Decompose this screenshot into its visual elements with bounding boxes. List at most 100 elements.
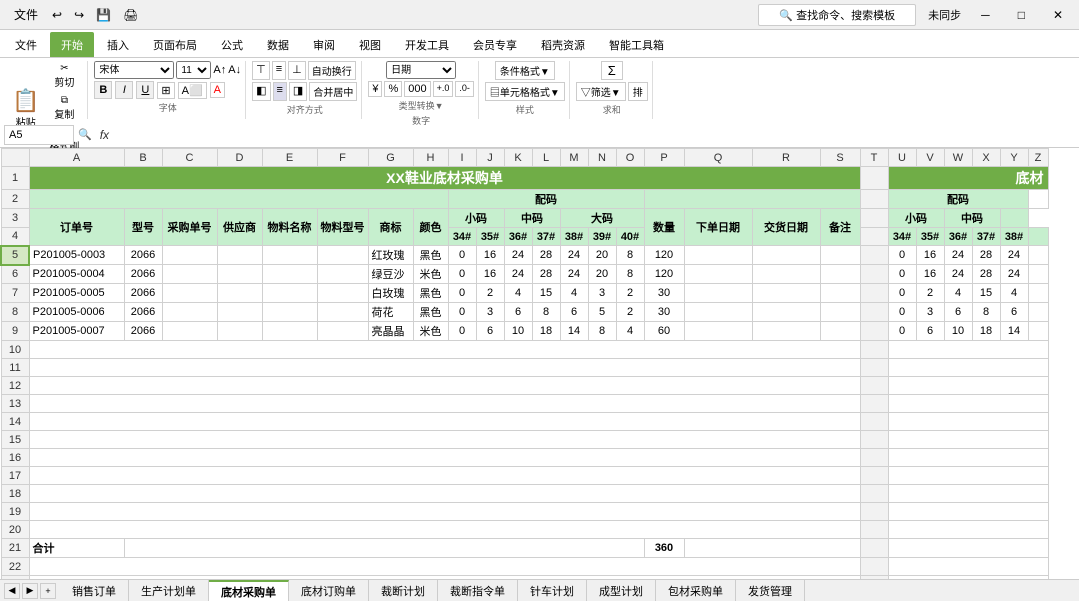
font-decrease-icon[interactable]: A↓ (228, 64, 241, 76)
row8-color[interactable]: 黑色 (413, 303, 448, 322)
row5-r36[interactable]: 24 (944, 246, 972, 265)
row5-color[interactable]: 黑色 (413, 246, 448, 265)
row9-s40[interactable]: 4 (616, 322, 644, 341)
row7-s38[interactable]: 4 (560, 284, 588, 303)
row7-r37[interactable]: 15 (972, 284, 1000, 303)
row9-brand[interactable]: 亮晶晶 (368, 322, 413, 341)
col-a-header[interactable]: A (29, 149, 124, 167)
tab-scroll-right[interactable]: ▶ (22, 583, 38, 599)
maximize-button[interactable]: □ (1010, 6, 1033, 24)
row8-orderdate[interactable] (684, 303, 752, 322)
row5-s34[interactable]: 0 (448, 246, 476, 265)
sheet-tab-sales[interactable]: 销售订单 (60, 580, 129, 601)
align-left-icon[interactable]: ◧ (252, 82, 270, 101)
undo-icon[interactable]: ↩ (48, 6, 66, 24)
row8-s36[interactable]: 6 (504, 303, 532, 322)
row7-orderdate[interactable] (684, 284, 752, 303)
tab-formula[interactable]: 公式 (210, 32, 254, 57)
tab-start[interactable]: 开始 (50, 32, 94, 57)
align-center-icon[interactable]: ≡ (273, 82, 287, 101)
file-menu[interactable]: 文件 (8, 4, 44, 25)
row7-s35[interactable]: 2 (476, 284, 504, 303)
row5-matname[interactable] (262, 246, 317, 265)
font-family-select[interactable]: 宋体 (94, 61, 174, 79)
row9-supplier[interactable] (217, 322, 262, 341)
row8-r38[interactable]: 6 (1000, 303, 1028, 322)
cut-button[interactable]: ✂ 剪切 (45, 61, 83, 91)
col-b-header[interactable]: B (124, 149, 162, 167)
col-w-header[interactable]: W (944, 149, 972, 167)
decrease-decimal-icon[interactable]: .0- (455, 81, 474, 97)
row6-s37[interactable]: 28 (532, 265, 560, 284)
col-x-header[interactable]: X (972, 149, 1000, 167)
row7-s37[interactable]: 15 (532, 284, 560, 303)
row7-supplier[interactable] (217, 284, 262, 303)
row7-color[interactable]: 黑色 (413, 284, 448, 303)
row8-supplier[interactable] (217, 303, 262, 322)
row8-purchase[interactable] (162, 303, 217, 322)
cell-reference-input[interactable] (4, 125, 74, 145)
row6-r35[interactable]: 16 (916, 265, 944, 284)
tab-file[interactable]: 文件 (4, 32, 48, 57)
row8-r36[interactable]: 6 (944, 303, 972, 322)
row6-s38[interactable]: 24 (560, 265, 588, 284)
row8-delivery[interactable] (752, 303, 820, 322)
percent-icon[interactable]: % (384, 81, 402, 97)
tab-templates[interactable]: 稻壳资源 (530, 32, 596, 57)
row6-s35[interactable]: 16 (476, 265, 504, 284)
row5-purchase[interactable] (162, 246, 217, 265)
row9-qty[interactable]: 60 (644, 322, 684, 341)
currency-icon[interactable]: ¥ (368, 81, 382, 97)
row5-orderdate[interactable] (684, 246, 752, 265)
tab-add[interactable]: + (40, 583, 56, 599)
col-i-header[interactable]: I (448, 149, 476, 167)
row5-mattype[interactable] (317, 246, 368, 265)
quick-print-icon[interactable]: 🖨 (119, 6, 142, 24)
row8-r35[interactable]: 3 (916, 303, 944, 322)
row8-type[interactable]: 2066 (124, 303, 162, 322)
col-s-header[interactable]: S (820, 149, 860, 167)
row6-brand[interactable]: 绿豆沙 (368, 265, 413, 284)
row9-s39[interactable]: 8 (588, 322, 616, 341)
row7-purchase[interactable] (162, 284, 217, 303)
border-button[interactable]: ⊞ (157, 82, 174, 99)
sheet-tab-packaging[interactable]: 包材采购单 (656, 580, 736, 601)
redo-icon[interactable]: ↪ (70, 6, 88, 24)
align-right-icon[interactable]: ◨ (289, 82, 307, 101)
row7-brand[interactable]: 白玫瑰 (368, 284, 413, 303)
row7-matname[interactable] (262, 284, 317, 303)
row6-matname[interactable] (262, 265, 317, 284)
quick-save-icon[interactable]: 💾 (92, 6, 115, 24)
row8-r34[interactable]: 0 (888, 303, 916, 322)
row7-s36[interactable]: 4 (504, 284, 532, 303)
conditional-format-button[interactable]: 条件格式▼ (495, 61, 555, 80)
font-size-select[interactable]: 11 (176, 61, 211, 79)
tab-insert[interactable]: 插入 (96, 32, 140, 57)
row7-remark[interactable] (820, 284, 860, 303)
col-n-header[interactable]: N (588, 149, 616, 167)
tab-ai-tools[interactable]: 智能工具箱 (598, 32, 675, 57)
row5-s35[interactable]: 16 (476, 246, 504, 265)
tab-member[interactable]: 会员专享 (462, 32, 528, 57)
col-p-header[interactable]: P (644, 149, 684, 167)
row6-r36[interactable]: 24 (944, 265, 972, 284)
col-f-header[interactable]: F (317, 149, 368, 167)
row9-remark[interactable] (820, 322, 860, 341)
col-u-header[interactable]: U (888, 149, 916, 167)
row9-mattype[interactable] (317, 322, 368, 341)
font-color-button[interactable]: A (210, 82, 225, 98)
tab-data[interactable]: 数据 (256, 32, 300, 57)
row5-s36[interactable]: 24 (504, 246, 532, 265)
row7-mattype[interactable] (317, 284, 368, 303)
row9-s34[interactable]: 0 (448, 322, 476, 341)
row7-type[interactable]: 2066 (124, 284, 162, 303)
row5-type[interactable]: 2066 (124, 246, 162, 265)
row6-mattype[interactable] (317, 265, 368, 284)
tab-developer[interactable]: 开发工具 (394, 32, 460, 57)
row8-s40[interactable]: 2 (616, 303, 644, 322)
row5-brand[interactable]: 红玫瑰 (368, 246, 413, 265)
row6-r38[interactable]: 24 (1000, 265, 1028, 284)
number-format-select[interactable]: 日期 (386, 61, 456, 79)
row9-s36[interactable]: 10 (504, 322, 532, 341)
row5-s38[interactable]: 24 (560, 246, 588, 265)
